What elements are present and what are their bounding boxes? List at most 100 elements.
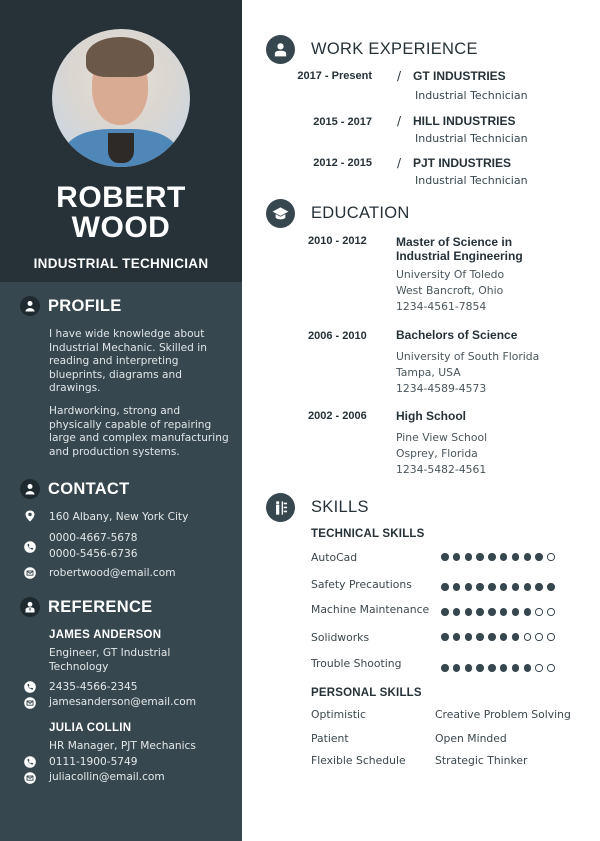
personal-skill: Optimistic [311, 708, 366, 721]
rating-dot-filled [476, 664, 484, 672]
user-icon [20, 296, 40, 316]
education-phone: 1234-4589-4573 [396, 382, 487, 395]
work-company: PJT INDUSTRIES [413, 156, 512, 170]
contact-phone-2[interactable]: 0000-5456-6736 [49, 548, 138, 562]
education-location: Tampa, USA [396, 366, 461, 379]
worker-icon [266, 35, 295, 64]
skill-name: Trouble Shooting [311, 657, 402, 670]
rating-dot-filled [464, 583, 473, 591]
profile-heading: PROFILE [20, 296, 122, 316]
rating-dot-empty [535, 608, 543, 616]
education-school: University Of Toledo [396, 268, 505, 281]
sidebar-header: ROBERT WOOD INDUSTRIAL TECHNICIAN [0, 0, 242, 282]
rating-dot-filled [523, 553, 532, 561]
email-icon [24, 697, 36, 709]
rating-dot-empty [547, 553, 555, 561]
education-location: West Bancroft, Ohio [396, 284, 504, 297]
reference-1-phone[interactable]: 2435-4566-2345 [49, 681, 138, 695]
technical-skills-heading: TECHNICAL SKILLS [311, 528, 425, 540]
work-separator: / [397, 69, 402, 83]
rating-dot-filled [511, 608, 520, 616]
rating-dot-filled [441, 664, 449, 672]
work-experience-heading: WORK EXPERIENCE [266, 35, 478, 64]
rating-dot-filled [488, 583, 496, 591]
personal-skill: Patient [311, 732, 349, 745]
rating-dot-filled [535, 553, 543, 561]
rating-dot-filled [464, 608, 473, 616]
skill-name: Machine Maintenance [311, 603, 430, 616]
rating-dot-filled [476, 633, 484, 641]
reference-1-email[interactable]: jamesanderson@email.com [49, 696, 196, 710]
rating-dot-filled [523, 608, 532, 616]
education-phone: 1234-5482-4561 [396, 463, 487, 476]
work-company: HILL INDUSTRIES [413, 114, 516, 128]
rating-dot-filled [441, 633, 449, 641]
rating-dot-filled [499, 633, 508, 641]
rating-dot-filled [547, 583, 555, 591]
reference-2-role: HR Manager, PJT Mechanics [49, 740, 196, 752]
graduation-cap-icon [266, 199, 295, 228]
profile-paragraph-2: Hardworking, strong and physically capab… [49, 405, 229, 458]
reference-1-role-line2: Technology [49, 661, 109, 673]
work-dates: 2015 - 2017 [313, 116, 372, 128]
email-icon [24, 567, 36, 579]
rating-dot-filled [523, 583, 532, 591]
rating-dot-filled [476, 553, 484, 561]
first-name: ROBERT [56, 181, 186, 214]
rating-dot-filled [476, 608, 484, 616]
skills-chart-icon [266, 493, 295, 522]
rating-dot-filled [499, 553, 508, 561]
reference-2-email[interactable]: juliacollin@email.com [49, 771, 165, 785]
contact-heading: CONTACT [20, 479, 130, 499]
rating-dot-filled [452, 608, 461, 616]
rating-dot-filled [499, 664, 508, 672]
rating-dot-filled [464, 633, 473, 641]
profile-photo [52, 29, 190, 167]
full-name: ROBERT WOOD [0, 183, 242, 243]
personal-skills-heading: PERSONAL SKILLS [311, 687, 422, 699]
education-dates: 2010 - 2012 [308, 235, 367, 247]
work-separator: / [397, 156, 402, 170]
rating-dot-filled [499, 583, 508, 591]
contact-person-icon [20, 479, 40, 499]
skill-rating [441, 664, 559, 672]
education-dates: 2002 - 2006 [308, 410, 367, 422]
work-company: GT INDUSTRIES [413, 69, 506, 83]
rating-dot-filled [452, 583, 461, 591]
contact-email[interactable]: robertwood@email.com [49, 567, 176, 581]
rating-dot-filled [464, 553, 473, 561]
skill-rating [441, 553, 559, 561]
skill-name: Safety Precautions [311, 578, 412, 591]
skill-rating [441, 633, 559, 641]
education-school: Pine View School [396, 431, 488, 444]
rating-dot-filled [488, 553, 496, 561]
work-role: Industrial Technician [415, 89, 528, 102]
rating-dot-filled [535, 583, 543, 591]
reference-heading: REFERENCE [20, 597, 152, 617]
rating-dot-filled [441, 583, 449, 591]
work-dates: 2017 - Present [297, 70, 372, 82]
work-separator: / [397, 114, 402, 128]
reference-1-name: JAMES ANDERSON [49, 629, 162, 641]
rating-dot-filled [488, 633, 496, 641]
personal-skill: Open Minded [435, 732, 507, 745]
job-title: INDUSTRIAL TECHNICIAN [33, 256, 209, 271]
rating-dot-empty [547, 633, 555, 641]
phone-icon [24, 541, 36, 553]
location-pin-icon [25, 510, 35, 522]
contact-phone-1[interactable]: 0000-4667-5678 [49, 532, 138, 546]
skill-rating [441, 608, 559, 616]
personal-skill: Strategic Thinker [435, 754, 528, 767]
skills-heading: SKILLS [266, 493, 369, 522]
reference-2-phone[interactable]: 0111-1900-5749 [49, 756, 138, 770]
rating-dot-empty [523, 633, 532, 641]
reference-2-name: JULIA COLLIN [49, 722, 132, 734]
education-degree: Bachelors of Science [396, 328, 518, 342]
rating-dot-filled [452, 664, 461, 672]
phone-icon [24, 756, 36, 768]
rating-dot-empty [547, 608, 555, 616]
education-phone: 1234-4561-7854 [396, 300, 487, 313]
reference-1-role-line1: Engineer, GT Industrial [49, 647, 171, 659]
education-dates: 2006 - 2010 [308, 330, 367, 342]
skill-name: Solidworks [311, 631, 370, 644]
